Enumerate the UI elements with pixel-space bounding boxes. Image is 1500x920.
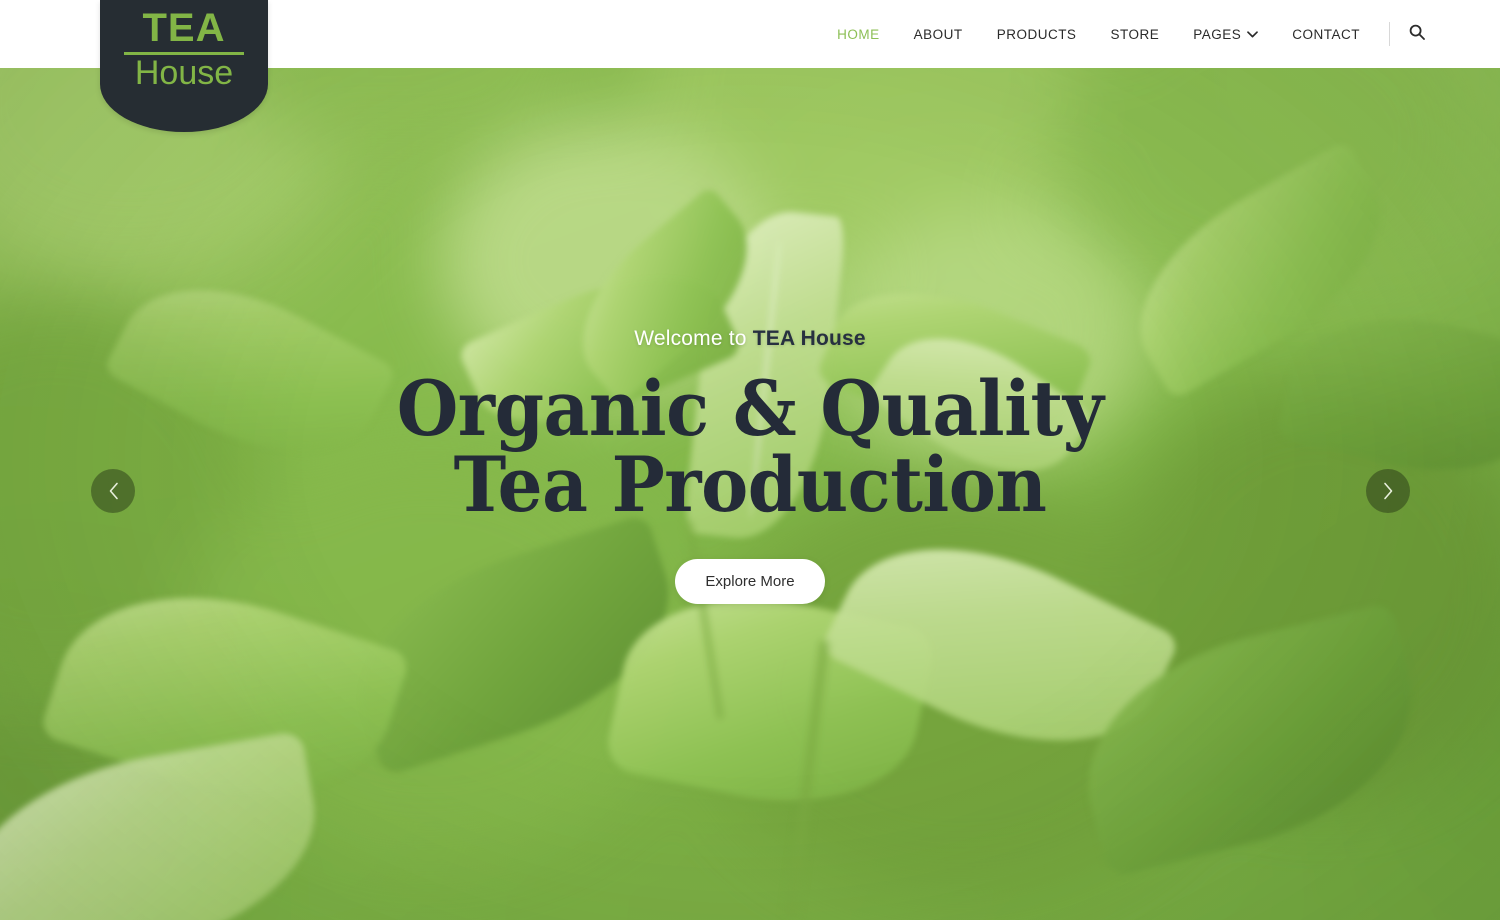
nav-label-about: ABOUT [913, 26, 963, 42]
page-root: Welcome to TEA House Organic & Quality T… [0, 0, 1500, 920]
carousel-next-button[interactable] [1366, 469, 1410, 513]
nav-item-store[interactable]: STORE [1093, 0, 1176, 68]
nav-label-pages: PAGES [1193, 26, 1242, 42]
logo-text-tea: TEA [142, 6, 226, 50]
nav-label-products: PRODUCTS [996, 26, 1077, 42]
hero-welcome-prefix: Welcome to [634, 326, 753, 350]
hero-welcome-text: Welcome to TEA House [634, 327, 866, 351]
hero-welcome-brand: TEA House [752, 326, 866, 350]
nav-divider [1389, 22, 1390, 46]
nav-label-home: HOME [837, 26, 880, 42]
nav-label-store: STORE [1110, 26, 1160, 42]
site-logo[interactable]: TEA House [100, 0, 268, 132]
main-navigation: HOME ABOUT PRODUCTS STORE PAGES CONTACT [820, 0, 1500, 68]
hero-headline: Organic & Quality Tea Production [396, 363, 1104, 529]
search-button[interactable] [1396, 0, 1438, 68]
logo-text-house: House [134, 54, 234, 92]
nav-item-pages[interactable]: PAGES [1176, 0, 1275, 68]
nav-item-contact[interactable]: CONTACT [1275, 0, 1377, 68]
nav-item-home[interactable]: HOME [820, 0, 897, 68]
nav-label-contact: CONTACT [1292, 26, 1360, 42]
hero-content: Welcome to TEA House Organic & Quality T… [0, 0, 1500, 920]
nav-item-about[interactable]: ABOUT [897, 0, 980, 68]
search-icon [1409, 24, 1425, 45]
chevron-down-icon [1247, 30, 1259, 38]
chevron-right-icon [1383, 482, 1394, 500]
explore-more-button[interactable]: Explore More [675, 558, 825, 604]
nav-item-products[interactable]: PRODUCTS [980, 0, 1094, 68]
carousel-prev-button[interactable] [91, 469, 135, 513]
chevron-left-icon [108, 482, 119, 500]
